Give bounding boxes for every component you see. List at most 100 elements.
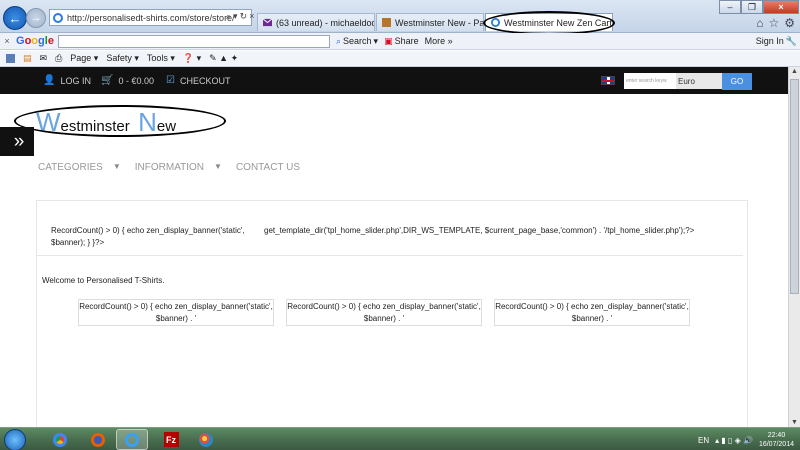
tools-menu[interactable]: Tools ▾ [147,53,175,64]
forward-arrow-icon: → [30,12,42,24]
restore-button[interactable]: ❐ [741,0,763,14]
currency-select[interactable]: Euro [676,73,722,89]
forum-icon [382,18,391,27]
addon-icons[interactable]: ✎ ▲ ✦ [209,53,238,64]
chevron-down-icon[interactable]: ▼ [214,162,222,173]
ie-icon [491,18,500,27]
search-icon[interactable]: ⌕ [226,11,233,21]
menu-contact-us[interactable]: CONTACT US [236,162,300,173]
checkbox-icon: ☑ [166,75,175,86]
site-top-nav: 👤 LOG IN 🛒 0 - €0.00 ☑ CHECKOUT enter se… [0,67,788,94]
cart-link[interactable]: 🛒 0 - €0.00 [101,75,154,86]
close-icon[interactable]: × [249,11,256,21]
search-go-button[interactable]: GO [722,73,752,90]
main-menu: CATEGORIES ▼ INFORMATION ▼ CONTACT US [38,162,300,173]
site-logo[interactable]: Westminster New [36,107,176,138]
gear-icon[interactable]: ⚙ [784,16,795,30]
tab-label: (63 unread) - michaeldoddkins... [276,17,374,28]
minimize-button[interactable]: – [719,0,741,14]
address-text: http://personalisedt-shirts.com/store/st… [67,12,235,23]
taskbar-internet-explorer[interactable] [116,429,148,450]
chevron-down-icon[interactable]: ▼ [113,162,121,173]
google-logo: Google [16,35,54,47]
share-icon: ▣ [384,35,393,46]
back-button[interactable]: ← [3,6,27,30]
address-tools[interactable]: ⌕▾↻× [226,11,256,22]
system-tray: EN ▴ ▮ ▯ ◈ 🔊 22:40 16/07/2014 [698,431,794,449]
ie-icon [53,12,63,23]
sidebar-toggle-button[interactable]: » [0,127,34,156]
share-button[interactable]: ▣ Share [384,36,419,47]
cart-icon: 🛒 [101,75,114,86]
tab-label: Westminster New - Page 16 [395,17,484,28]
ie-icon [125,432,139,447]
mail-icon [263,18,272,27]
mail-icon[interactable]: ✉ [40,53,48,64]
tray-icons[interactable]: ▴ ▮ ▯ ◈ 🔊 [715,436,753,445]
welcome-text: Welcome to Personalised T-Shirts. [42,276,165,285]
safety-menu[interactable]: Safety ▾ [106,53,139,64]
refresh-icon[interactable]: ↻ [240,11,250,21]
wrench-icon: 🔧 [785,35,797,46]
paint-palette-icon [199,432,213,447]
print-icon[interactable]: ⎙ [55,53,62,64]
menu-categories[interactable]: CATEGORIES [38,162,103,173]
vertical-scrollbar[interactable]: ▲ ▼ [788,67,800,430]
banner-box: RecordCount() > 0) { echo zen_display_ba… [78,299,274,326]
window-controls: – ❐ × [719,0,799,14]
google-search-button[interactable]: ⌕ Search ▾ [336,36,378,47]
back-arrow-icon: ← [8,10,22,26]
taskbar-paint[interactable] [190,429,222,450]
banner-box: RecordCount() > 0) { echo zen_display_ba… [494,299,690,326]
webpage: 👤 LOG IN 🛒 0 - €0.00 ☑ CHECKOUT enter se… [0,67,788,432]
chrome-icon [53,432,67,447]
forward-button[interactable]: → [26,8,46,28]
tab-westminster-page[interactable]: Westminster New - Page 16 [376,13,484,31]
user-icon: 👤 [43,75,56,86]
code-fragment-banner: RecordCount() > 0) { echo zen_display_ba… [51,226,245,247]
browser-titlebar: ← → http://personalisedt-shirts.com/stor… [0,0,800,35]
language-indicator[interactable]: EN [698,436,709,445]
feeds-icon[interactable]: ▤ [23,53,32,64]
favorites-star-icon[interactable]: ☆ [768,16,779,30]
help-menu[interactable]: ❓ ▾ [183,53,201,64]
page-menu[interactable]: Page ▾ [70,53,98,64]
google-search-input[interactable] [57,34,330,48]
toolbar-close-icon[interactable]: × [0,36,14,46]
tab-westminster-zencart[interactable]: Westminster New Zen Cart ... × [485,13,613,31]
window-close-button[interactable]: × [763,0,799,14]
login-link[interactable]: 👤 LOG IN [43,75,91,86]
google-toolbar: × Google ⌕ Search ▾ ▣ Share More » Sign In 🔧 [0,33,800,50]
browser-right-icons: ⌂ ☆ ⚙ [756,16,795,30]
divider [37,255,743,256]
sign-in-button[interactable]: Sign In 🔧 [756,36,797,47]
search-icon: ⌕ [335,35,341,46]
search-input[interactable]: enter search keyw [624,73,678,89]
scroll-up-icon[interactable]: ▲ [790,68,799,78]
home-page-icon[interactable] [6,54,15,63]
double-chevron-right-icon: » [13,130,24,152]
checkout-link[interactable]: ☑ CHECKOUT [166,75,230,86]
tab-label: Westminster New Zen Cart ... [504,17,613,28]
banner-row: RecordCount() > 0) { echo zen_display_ba… [78,299,690,326]
banner-box: RecordCount() > 0) { echo zen_display_ba… [286,299,482,326]
address-bar[interactable]: http://personalisedt-shirts.com/store/st… [49,9,252,26]
scrollbar-thumb[interactable] [790,79,799,294]
filezilla-icon: Fz [163,432,179,447]
code-fragment-slider: get_template_dir('tpl_home_slider.php',D… [264,226,695,235]
tab-gmail[interactable]: (63 unread) - michaeldoddkins... [257,13,375,31]
home-icon[interactable]: ⌂ [756,16,763,30]
taskbar-firefox[interactable] [82,429,114,450]
taskbar-chrome[interactable] [44,429,76,450]
chevron-down-icon: ▾ [373,35,379,46]
start-button[interactable] [4,429,26,450]
menu-information[interactable]: INFORMATION [135,162,204,173]
more-button[interactable]: More » [425,36,453,46]
clock[interactable]: 22:40 16/07/2014 [759,431,794,449]
uk-flag-icon[interactable] [601,76,615,85]
command-bar: ▤ ✉ ⎙ Page ▾ Safety ▾ Tools ▾ ❓ ▾ ✎ ▲ ✦ [0,51,800,67]
windows-taskbar: Fz EN ▴ ▮ ▯ ◈ 🔊 22:40 16/07/2014 [0,427,800,450]
firefox-icon [91,432,105,447]
main-content: RecordCount() > 0) { echo zen_display_ba… [36,200,748,432]
taskbar-filezilla[interactable]: Fz [155,429,187,450]
